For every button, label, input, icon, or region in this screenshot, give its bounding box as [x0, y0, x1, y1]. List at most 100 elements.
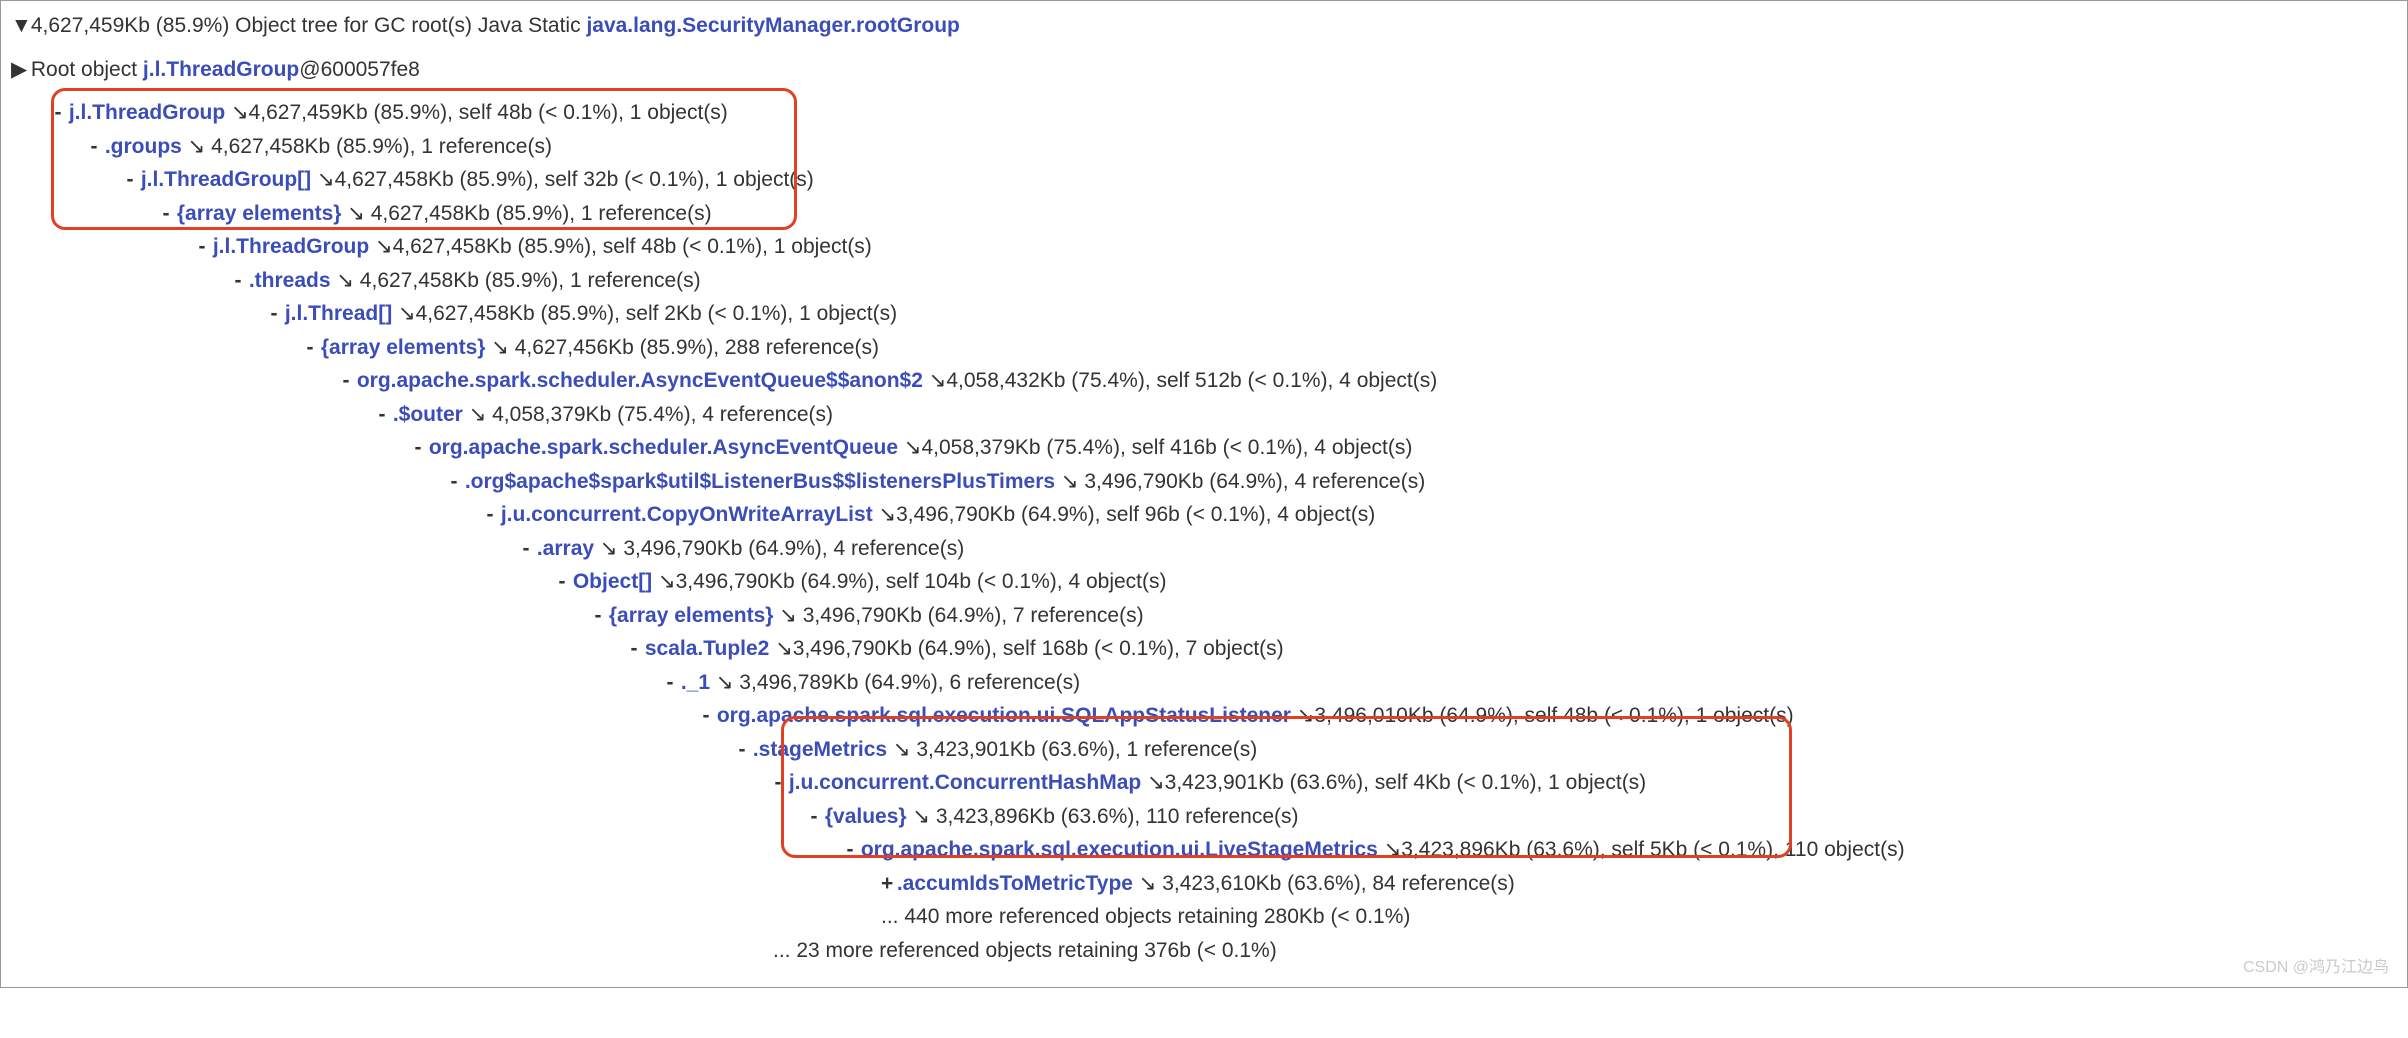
class-link[interactable]: j.u.concurrent.ConcurrentHashMap — [789, 771, 1141, 794]
field-link[interactable]: .groups — [105, 135, 182, 158]
expand-icon[interactable]: ▶ — [11, 54, 25, 86]
tree-bullet: - — [557, 566, 567, 598]
tree-more-row: ... 23 more referenced objects retaining… — [11, 934, 2397, 968]
tree-bullet: - — [341, 365, 351, 397]
tree-row: - .stageMetrics ↘ 3,423,901Kb (63.6%), 1… — [11, 733, 2397, 767]
tree-bullet: - — [53, 97, 63, 129]
tree-row: - .groups ↘ 4,627,458Kb (85.9%), 1 refer… — [11, 130, 2397, 164]
tree-row: - j.u.concurrent.ConcurrentHashMap ↘3,42… — [11, 766, 2397, 800]
header-text: 4,627,459Kb (85.9%) Object tree for GC r… — [31, 14, 587, 37]
stats-text: ↘3,496,790Kb (64.9%), self 96b (< 0.1%),… — [873, 503, 1376, 526]
tree-bullet: - — [233, 265, 243, 297]
stats-text: ↘4,058,432Kb (75.4%), self 512b (< 0.1%)… — [923, 369, 1437, 392]
tree-bullet: - — [485, 499, 495, 531]
class-link[interactable]: j.l.ThreadGroup — [69, 101, 225, 124]
class-link[interactable]: scala.Tuple2 — [645, 637, 770, 660]
array-elements-link[interactable]: {array elements} — [609, 604, 774, 627]
tree-bullet: - — [305, 332, 315, 364]
field-link[interactable]: .$outer — [393, 403, 463, 426]
tree-row: - Object[] ↘3,496,790Kb (64.9%), self 10… — [11, 565, 2397, 599]
root-object-label: Root object — [31, 58, 143, 81]
tree-row: - j.l.Thread[] ↘4,627,458Kb (85.9%), sel… — [11, 297, 2397, 331]
tree-row: - j.l.ThreadGroup ↘4,627,458Kb (85.9%), … — [11, 230, 2397, 264]
class-link[interactable]: j.l.ThreadGroup[] — [141, 168, 311, 191]
stats-text: ↘ 3,423,610Kb (63.6%), 84 reference(s) — [1133, 872, 1515, 895]
tree-bullet: - — [809, 801, 819, 833]
stats-text: ↘ 3,496,789Kb (64.9%), 6 reference(s) — [710, 671, 1080, 694]
stats-text: ↘ 4,627,458Kb (85.9%), 1 reference(s) — [182, 135, 552, 158]
tree-row: - org.apache.spark.sql.execution.ui.SQLA… — [11, 699, 2397, 733]
field-link[interactable]: .threads — [249, 269, 331, 292]
stats-text: ↘ 3,496,790Kb (64.9%), 7 reference(s) — [773, 604, 1143, 627]
stats-text: ↘3,496,790Kb (64.9%), self 104b (< 0.1%)… — [652, 570, 1166, 593]
root-gc-link[interactable]: java.lang.SecurityManager.rootGroup — [586, 14, 959, 37]
stats-text: ↘3,496,790Kb (64.9%), self 168b (< 0.1%)… — [769, 637, 1283, 660]
class-link[interactable]: j.l.Thread[] — [285, 302, 392, 325]
tree-row: + .accumIdsToMetricType ↘ 3,423,610Kb (6… — [11, 867, 2397, 901]
tree-row: - .$outer ↘ 4,058,379Kb (75.4%), 4 refer… — [11, 398, 2397, 432]
tree-row: - .array ↘ 3,496,790Kb (64.9%), 4 refere… — [11, 532, 2397, 566]
tree-bullet: - — [89, 131, 99, 163]
class-link[interactable]: org.apache.spark.scheduler.AsyncEventQue… — [357, 369, 923, 392]
class-link[interactable]: j.u.concurrent.CopyOnWriteArrayList — [501, 503, 873, 526]
values-link[interactable]: {values} — [825, 805, 907, 828]
tree-row: - {array elements} ↘ 4,627,458Kb (85.9%)… — [11, 197, 2397, 231]
tree-row: - org.apache.spark.scheduler.AsyncEventQ… — [11, 431, 2397, 465]
class-link[interactable]: org.apache.spark.scheduler.AsyncEventQue… — [429, 436, 898, 459]
class-link[interactable]: org.apache.spark.sql.execution.ui.SQLApp… — [717, 704, 1291, 727]
stats-text: ↘ 3,496,790Kb (64.9%), 4 reference(s) — [1055, 470, 1425, 493]
stats-text: ↘ 3,423,896Kb (63.6%), 110 reference(s) — [907, 805, 1299, 828]
array-elements-link[interactable]: {array elements} — [177, 202, 342, 225]
tree-row: - {array elements} ↘ 4,627,456Kb (85.9%)… — [11, 331, 2397, 365]
tree-row: - j.l.ThreadGroup ↘4,627,459Kb (85.9%), … — [11, 96, 2397, 130]
stats-text: ↘ 4,627,456Kb (85.9%), 288 reference(s) — [485, 336, 878, 359]
stats-text: ↘4,627,458Kb (85.9%), self 32b (< 0.1%),… — [311, 168, 814, 191]
field-link[interactable]: .stageMetrics — [753, 738, 887, 761]
tree-bullet: - — [125, 164, 135, 196]
root-object-row: ▶ Root object j.l.ThreadGroup@600057fe8 — [11, 53, 2397, 87]
tree-bullet: - — [269, 298, 279, 330]
field-link[interactable]: .org$apache$spark$util$ListenerBus$$list… — [465, 470, 1055, 493]
field-link[interactable]: .accumIdsToMetricType — [897, 872, 1133, 895]
tree-bullet: - — [845, 834, 855, 866]
tree-bullet: - — [521, 533, 531, 565]
tree-row: - scala.Tuple2 ↘3,496,790Kb (64.9%), sel… — [11, 632, 2397, 666]
tree-row: - .threads ↘ 4,627,458Kb (85.9%), 1 refe… — [11, 264, 2397, 298]
tree-bullet: - — [449, 466, 459, 498]
stats-text: ↘ 4,627,458Kb (85.9%), 1 reference(s) — [341, 202, 711, 225]
tree-row: - {array elements} ↘ 3,496,790Kb (64.9%)… — [11, 599, 2397, 633]
stats-text: ↘4,627,459Kb (85.9%), self 48b (< 0.1%),… — [225, 101, 728, 124]
watermark-text: CSDN @鸿乃江边鸟 — [2243, 953, 2389, 977]
field-link[interactable]: .array — [537, 537, 594, 560]
tree-bullet: - — [413, 432, 423, 464]
collapse-icon[interactable]: ▼ — [11, 10, 25, 42]
stats-text: ↘4,058,379Kb (75.4%), self 416b (< 0.1%)… — [898, 436, 1412, 459]
stats-text: ↘4,627,458Kb (85.9%), self 48b (< 0.1%),… — [369, 235, 872, 258]
field-link[interactable]: ._1 — [681, 671, 710, 694]
class-link[interactable]: Object[] — [573, 570, 652, 593]
stats-text: ↘ 3,496,790Kb (64.9%), 4 reference(s) — [594, 537, 964, 560]
class-link[interactable]: org.apache.spark.sql.execution.ui.LiveSt… — [861, 838, 1378, 861]
tree-row: - .org$apache$spark$util$ListenerBus$$li… — [11, 465, 2397, 499]
memory-tree-panel: ▼ 4,627,459Kb (85.9%) Object tree for GC… — [0, 0, 2408, 988]
tree-header-row: ▼ 4,627,459Kb (85.9%) Object tree for GC… — [11, 9, 2397, 43]
tree-row: - ._1 ↘ 3,496,789Kb (64.9%), 6 reference… — [11, 666, 2397, 700]
tree-row: - org.apache.spark.sql.execution.ui.Live… — [11, 833, 2397, 867]
stats-text: ↘3,496,010Kb (64.9%), self 48b (< 0.1%),… — [1291, 704, 1794, 727]
root-object-link[interactable]: j.l.ThreadGroup — [143, 58, 299, 81]
tree-row: - j.u.concurrent.CopyOnWriteArrayList ↘3… — [11, 498, 2397, 532]
tree-expand-plus[interactable]: + — [881, 868, 891, 900]
stats-text: ↘ 4,058,379Kb (75.4%), 4 reference(s) — [463, 403, 833, 426]
tree-bullet: - — [629, 633, 639, 665]
stats-text: ↘3,423,896Kb (63.6%), self 5Kb (< 0.1%),… — [1378, 838, 1905, 861]
tree-row: - org.apache.spark.scheduler.AsyncEventQ… — [11, 364, 2397, 398]
tree-bullet: - — [593, 600, 603, 632]
array-elements-link[interactable]: {array elements} — [321, 336, 486, 359]
class-link[interactable]: j.l.ThreadGroup — [213, 235, 369, 258]
stats-text: ↘4,627,458Kb (85.9%), self 2Kb (< 0.1%),… — [392, 302, 897, 325]
stats-text: ↘3,423,901Kb (63.6%), self 4Kb (< 0.1%),… — [1141, 771, 1646, 794]
tree-bullet: - — [773, 767, 783, 799]
tree-bullet: - — [701, 700, 711, 732]
tree-row: - j.l.ThreadGroup[] ↘4,627,458Kb (85.9%)… — [11, 163, 2397, 197]
more-text: ... 23 more referenced objects retaining… — [773, 939, 1277, 962]
